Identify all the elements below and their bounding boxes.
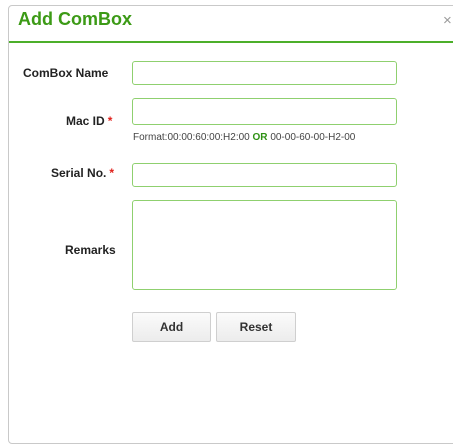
required-asterisk: *: [107, 114, 113, 128]
required-asterisk: *: [109, 166, 115, 180]
mac-id-label: Mac ID *: [66, 114, 112, 128]
combox-name-input[interactable]: [132, 61, 397, 85]
combox-name-label: ComBox Name: [23, 66, 108, 80]
mac-id-format-hint: Format:00:00:60:00:H2:00 OR 00-00-60-00-…: [133, 132, 355, 143]
serial-no-label-text: Serial No.: [51, 166, 107, 180]
mac-id-label-text: Mac ID: [66, 114, 105, 128]
mac-id-hint-colon-format: Format:00:00:60:00:H2:00: [133, 132, 250, 143]
add-button[interactable]: Add: [132, 312, 211, 342]
combox-name-label-text: ComBox Name: [23, 66, 109, 80]
close-icon[interactable]: ×: [443, 13, 452, 29]
dialog-header: Add ComBox ×: [9, 6, 453, 43]
serial-no-label: Serial No. *: [51, 166, 114, 180]
remarks-textarea[interactable]: [132, 200, 397, 290]
dialog-title: Add ComBox: [18, 9, 132, 29]
mac-id-hint-or: OR: [252, 132, 268, 143]
remarks-label: Remarks: [65, 243, 116, 257]
mac-id-hint-dash-format: 00-00-60-00-H2-00: [270, 132, 356, 143]
remarks-label-text: Remarks: [65, 243, 116, 257]
mac-id-input[interactable]: [132, 98, 397, 125]
reset-button[interactable]: Reset: [216, 312, 296, 342]
serial-no-input[interactable]: [132, 163, 397, 187]
add-combox-dialog: Add ComBox × ComBox Name Mac ID * Format:…: [8, 5, 453, 444]
